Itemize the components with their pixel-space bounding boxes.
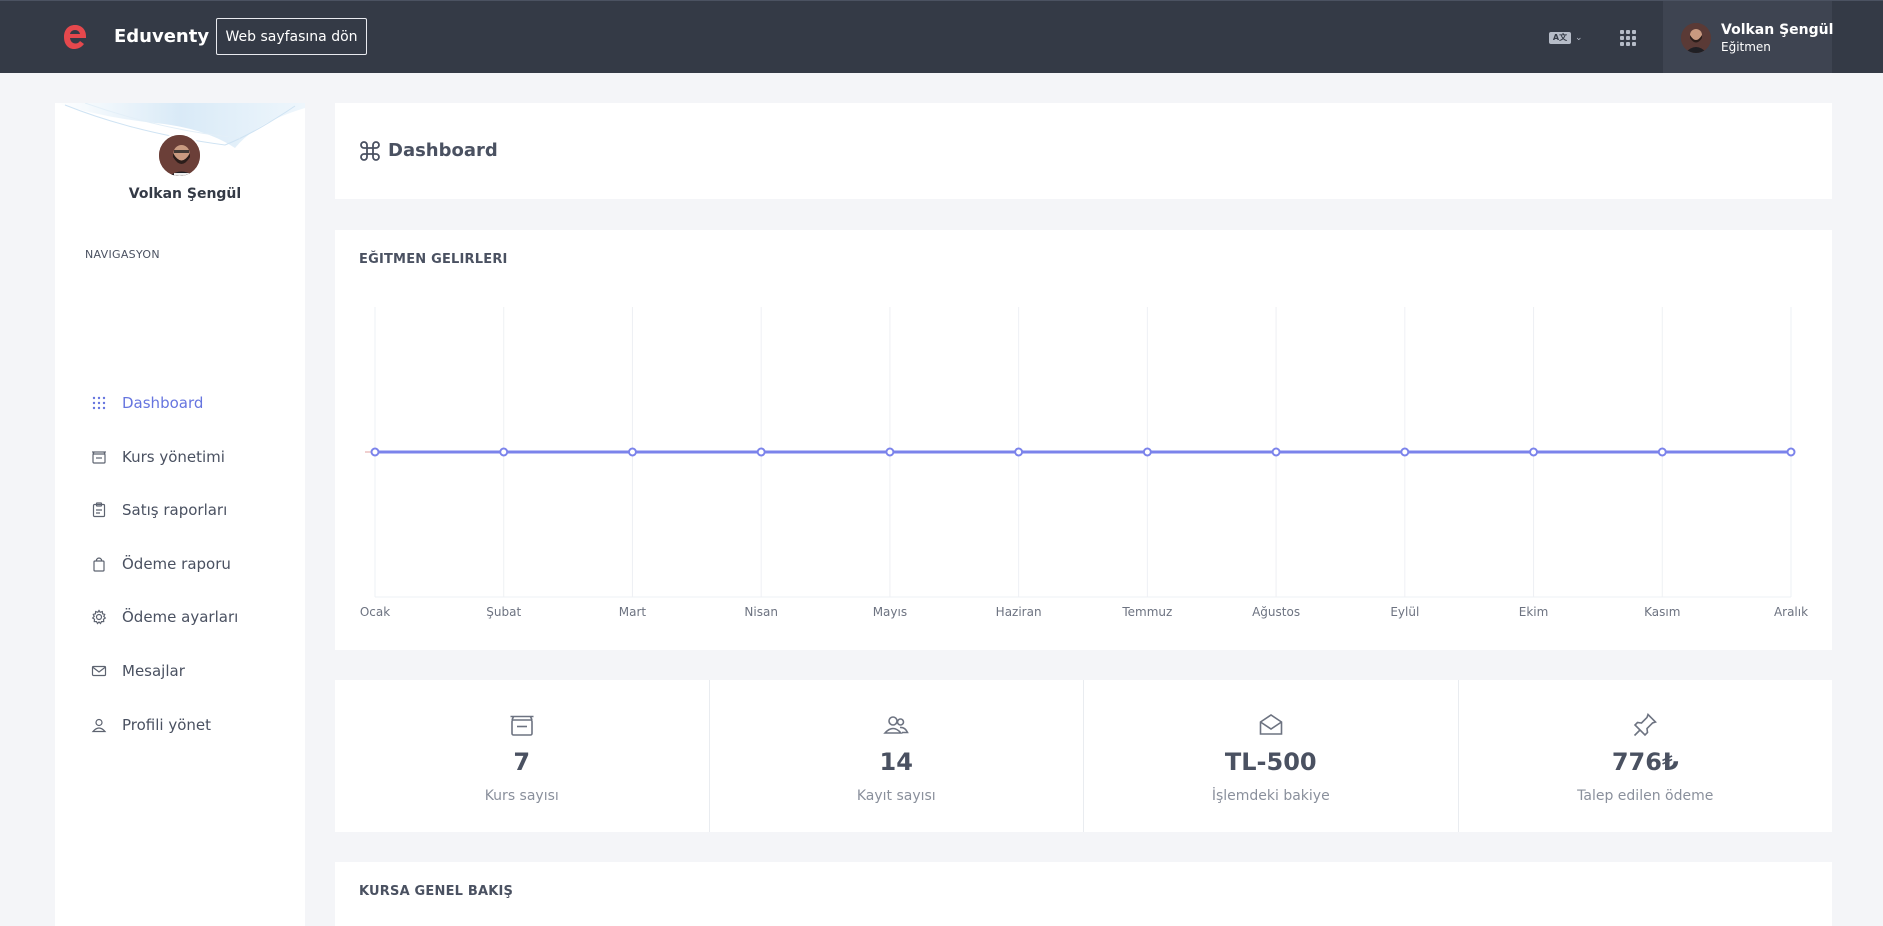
inbox-icon bbox=[510, 715, 534, 736]
chart-point bbox=[1142, 447, 1152, 457]
stat-label: İşlemdeki bakiye bbox=[1211, 788, 1330, 804]
chart-x-tick-label: Nisan bbox=[744, 605, 778, 619]
avatar bbox=[157, 133, 202, 178]
stat-pending-balance: TL-500 İşlemdeki bakiye bbox=[1084, 680, 1459, 832]
chart-x-tick-label: Ağustos bbox=[1252, 605, 1300, 619]
sidebar: Volkan Şengül NAVIGASYON Dashboard Kurs … bbox=[55, 103, 305, 926]
stat-value: 7 bbox=[513, 748, 531, 776]
sidebar-item-label: Kurs yönetimi bbox=[122, 448, 225, 466]
open-envelope-icon bbox=[1259, 714, 1283, 735]
course-overview-card: KURSA GENEL BAKIŞ bbox=[335, 862, 1832, 926]
bag-icon bbox=[90, 555, 108, 573]
chart-x-tick-label: Mayıs bbox=[873, 605, 907, 619]
chart-x-tick-label: Aralık bbox=[1774, 605, 1808, 619]
user-icon bbox=[90, 716, 108, 734]
course-overview-title: KURSA GENEL BAKIŞ bbox=[359, 884, 514, 899]
sidebar-item-manage-profile[interactable]: Profili yönet bbox=[85, 711, 285, 739]
language-switcher[interactable]: A文 ⌄ bbox=[1549, 31, 1583, 45]
chevron-down-icon: ⌄ bbox=[1575, 33, 1583, 43]
sidebar-item-dashboard[interactable]: Dashboard bbox=[85, 389, 285, 417]
chart-x-tick-label: Temmuz bbox=[1121, 605, 1172, 619]
sidebar-item-label: Mesajlar bbox=[122, 662, 185, 680]
brand-name[interactable]: Eduventy bbox=[114, 26, 209, 47]
nav-heading: NAVIGASYON bbox=[85, 248, 160, 261]
sidebar-item-label: Ödeme raporu bbox=[122, 555, 231, 573]
earnings-line-chart[interactable]: Ocak Şubat Mart Nisan Mayıs Haziran Temmuz Ağus… bbox=[335, 230, 1832, 650]
chart-x-tick-label: Mart bbox=[619, 605, 647, 619]
chart-x-tick-label: Ekim bbox=[1519, 605, 1549, 619]
sidebar-item-label: Profili yönet bbox=[122, 716, 212, 734]
brand-logo-icon[interactable] bbox=[62, 23, 88, 51]
stat-label: Kayıt sayısı bbox=[856, 788, 936, 804]
stat-value: TL-500 bbox=[1224, 748, 1317, 776]
back-to-website-button[interactable]: Web sayfasına dön bbox=[216, 18, 367, 55]
chart-point bbox=[1657, 447, 1667, 457]
chart-point bbox=[627, 447, 637, 457]
page-title: Dashboard bbox=[388, 140, 498, 161]
chart-point bbox=[1271, 447, 1281, 457]
chart-point bbox=[1786, 447, 1796, 457]
user-menu[interactable]: Volkan Şengül Eğitmen bbox=[1663, 1, 1834, 73]
chart-point bbox=[1014, 447, 1024, 457]
sidebar-item-messages[interactable]: Mesajlar bbox=[85, 657, 285, 685]
chart-point bbox=[1529, 447, 1539, 457]
page-title-card: Dashboard bbox=[335, 103, 1832, 199]
sidebar-item-label: Satış raporları bbox=[122, 501, 228, 519]
stat-enrollment-count: 14 Kayıt sayısı bbox=[710, 680, 1084, 832]
stat-value: 14 bbox=[879, 748, 913, 776]
gear-icon bbox=[90, 608, 108, 626]
sidebar-item-label: Ödeme ayarları bbox=[122, 608, 239, 626]
sidebar-item-label: Dashboard bbox=[122, 394, 204, 412]
command-icon bbox=[360, 141, 380, 161]
chart-x-tick-label: Ocak bbox=[360, 605, 390, 619]
chart-x-tick-label: Eylül bbox=[1390, 605, 1419, 619]
chart-point bbox=[499, 447, 509, 457]
avatar bbox=[1681, 23, 1711, 53]
stat-label: Talep edilen ödeme bbox=[1577, 788, 1714, 804]
chart-point bbox=[756, 447, 766, 457]
inbox-icon bbox=[90, 448, 108, 466]
chart-point bbox=[885, 447, 895, 457]
users-icon bbox=[883, 716, 909, 734]
sidebar-item-sales-reports[interactable]: Satış raporları bbox=[85, 496, 285, 524]
language-icon: A文 bbox=[1549, 32, 1571, 44]
pin-icon bbox=[1634, 713, 1658, 737]
earnings-chart-card: EĞITMEN GELIRLERI Ocak Şubat Mart Nisan Mayı… bbox=[335, 230, 1832, 650]
user-name: Volkan Şengül bbox=[1721, 22, 1834, 38]
stat-course-count: 7 Kurs sayısı bbox=[335, 680, 710, 832]
chart-point bbox=[370, 447, 380, 457]
clipboard-icon bbox=[90, 501, 108, 519]
sidebar-item-course-management[interactable]: Kurs yönetimi bbox=[85, 443, 285, 471]
grid-icon bbox=[90, 394, 108, 412]
chart-x-tick-label: Kasım bbox=[1644, 605, 1680, 619]
stats-card: 7 Kurs sayısı 14 Kayıt sayısı TL-500 İşl… bbox=[335, 680, 1832, 832]
sidebar-item-payment-settings[interactable]: Ödeme ayarları bbox=[85, 603, 285, 631]
stat-requested-payment: 776₺ Talep edilen ödeme bbox=[1459, 680, 1833, 832]
chart-point bbox=[1400, 447, 1410, 457]
sidebar-item-payment-report[interactable]: Ödeme raporu bbox=[85, 550, 285, 578]
user-role: Eğitmen bbox=[1721, 40, 1771, 54]
stat-label: Kurs sayısı bbox=[484, 788, 559, 804]
stat-value: 776₺ bbox=[1611, 748, 1679, 776]
top-navbar: Eduventy Web sayfasına dön A文 ⌄ Volkan Ş… bbox=[0, 0, 1883, 73]
sidebar-user-name: Volkan Şengül bbox=[128, 186, 242, 202]
chart-x-tick-label: Şubat bbox=[486, 605, 521, 619]
apps-grid-icon[interactable] bbox=[1620, 30, 1636, 46]
mail-icon bbox=[90, 662, 108, 680]
chart-x-tick-label: Haziran bbox=[996, 605, 1042, 619]
